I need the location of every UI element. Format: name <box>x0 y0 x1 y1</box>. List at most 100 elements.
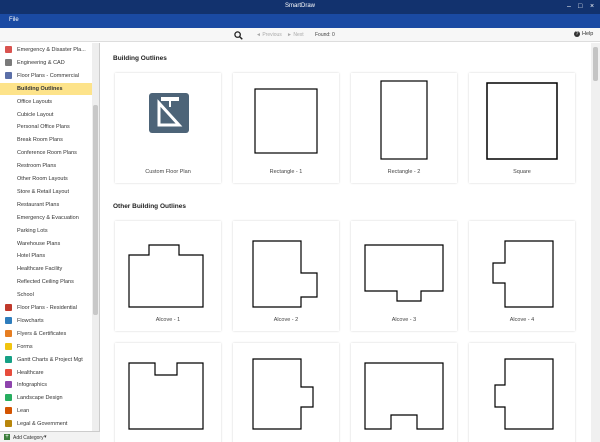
template-card-alcove7[interactable] <box>351 343 457 442</box>
sidebar-item[interactable]: Emergency & Disaster Pla... <box>0 44 92 56</box>
close-icon[interactable]: × <box>590 2 594 11</box>
sidebar-item-label: Conference Room Plans <box>17 150 77 157</box>
template-card-alcove4[interactable]: Alcove - 4 <box>469 221 575 331</box>
sidebar-item-label: Warehouse Plans <box>17 240 61 247</box>
sidebar-item[interactable]: Hotel Plans <box>0 250 92 262</box>
template-card-label: Alcove - 1 <box>155 317 181 323</box>
sidebar-item[interactable]: Building Outlines <box>0 82 92 95</box>
sidebar-item[interactable]: Floor Plans - Residential <box>0 302 92 314</box>
toolbar: ◄ Previous ► Next Found: 0 ? Help <box>0 28 600 42</box>
template-card-square[interactable]: Square <box>469 73 575 183</box>
sidebar-item-label: Store & Retail Layout <box>17 188 69 195</box>
title-bar: SmartDraw – □ × <box>0 0 600 14</box>
section-title-building-outlines: Building Outlines <box>113 55 167 62</box>
sidebar-item-label: Emergency & Evacuation <box>17 214 79 221</box>
sidebar-item-label: Legal & Government <box>17 421 68 428</box>
template-sidebar: Legal & Government Lean Landscape Design In… <box>0 43 100 431</box>
found-count: Found: 0 <box>315 32 335 38</box>
sidebar-item[interactable]: Reflected Ceiling Plans <box>0 276 92 288</box>
template-card-alcove8[interactable] <box>469 343 575 442</box>
sidebar-item[interactable]: Office Layouts <box>0 96 92 108</box>
category-icon <box>5 342 12 350</box>
sidebar-item[interactable]: Infographics <box>0 379 92 391</box>
sidebar-item[interactable]: Legal & Government <box>0 418 92 430</box>
floor-outline-thumbnail <box>364 362 444 430</box>
template-card-label: Alcove - 4 <box>509 317 535 323</box>
menu-bar: File <box>0 14 600 28</box>
sidebar-item-label: Infographics <box>17 382 47 389</box>
template-card-alcove6[interactable] <box>233 343 339 442</box>
sidebar-item[interactable]: Floor Plans - Commercial <box>0 70 92 82</box>
sidebar-item[interactable]: Warehouse Plans <box>0 238 92 250</box>
sidebar-item-label: Hotel Plans <box>17 253 46 260</box>
template-gallery: Building Outlines Other Building Outline… <box>101 43 591 442</box>
sidebar-item[interactable]: Restroom Plans <box>0 160 92 172</box>
sidebar-item[interactable]: Flyers & Certificates <box>0 328 92 340</box>
sidebar-item[interactable]: Parking Lots <box>0 225 92 237</box>
template-card-label: Alcove - 2 <box>273 317 299 323</box>
sidebar-item[interactable]: School <box>0 289 92 301</box>
sidebar-item[interactable]: Flowcharts <box>0 315 92 327</box>
sidebar-item[interactable]: Cubicle Layout <box>0 109 92 121</box>
sidebar-item-label: Flyers & Certificates <box>17 330 67 337</box>
sidebar-item[interactable]: Restaurant Plans <box>0 199 92 211</box>
sidebar-item-label: Lean <box>17 408 30 415</box>
sidebar-item[interactable]: Emergency & Evacuation <box>0 212 92 224</box>
menu-file[interactable]: File <box>9 17 19 23</box>
category-icon <box>5 58 12 66</box>
sidebar-scroll-thumb[interactable] <box>93 105 98 315</box>
sidebar-item[interactable]: Healthcare <box>0 367 92 379</box>
sidebar-item[interactable]: Store & Retail Layout <box>0 186 92 198</box>
sidebar-item-label: Break Room Plans <box>17 137 63 144</box>
sidebar-item-label: Floor Plans - Commercial <box>17 72 80 79</box>
template-card-alcove2[interactable]: Alcove - 2 <box>233 221 339 331</box>
template-card-alcove1[interactable]: Alcove - 1 <box>115 221 221 331</box>
category-icon <box>5 420 12 428</box>
sidebar-item-label: Forms <box>17 343 33 350</box>
maximize-icon[interactable]: □ <box>578 2 582 11</box>
minimize-icon[interactable]: – <box>567 2 571 11</box>
floor-outline-thumbnail <box>492 240 554 308</box>
sidebar-item[interactable]: Healthcare Facility <box>0 263 92 275</box>
template-card-label: Square <box>513 169 531 175</box>
template-card-alcove3[interactable]: Alcove - 3 <box>351 221 457 331</box>
main-scrollbar[interactable] <box>591 43 600 442</box>
template-card-rect1[interactable]: Rectangle - 1 <box>233 73 339 183</box>
template-card-alcove5[interactable] <box>115 343 221 442</box>
next-button[interactable]: ► Next <box>287 32 304 38</box>
previous-button[interactable]: ◄ Previous <box>256 32 282 38</box>
category-icon <box>5 407 12 415</box>
template-card-rect2[interactable]: Rectangle - 2 <box>351 73 457 183</box>
floor-outline-thumbnail <box>128 362 204 430</box>
sidebar-scrollbar[interactable] <box>92 43 99 431</box>
help-button[interactable]: ? Help <box>574 31 593 37</box>
sidebar-item-label: Building Outlines <box>17 85 63 92</box>
sidebar-item-label: Personal Office Plans <box>17 124 70 131</box>
sidebar-item[interactable]: Break Room Plans <box>0 134 92 146</box>
main-scroll-thumb[interactable] <box>593 47 598 81</box>
floor-outline-thumbnail <box>252 240 318 308</box>
sidebar-item[interactable]: Gantt Charts & Project Mgt <box>0 354 92 366</box>
help-label: Help <box>582 31 594 37</box>
sidebar-item[interactable]: Personal Office Plans <box>0 121 92 133</box>
sidebar-item[interactable]: Landscape Design <box>0 392 92 404</box>
sidebar-item-label: Cubicle Layout <box>17 111 54 118</box>
search-icon[interactable] <box>234 31 243 40</box>
help-icon: ? <box>574 31 580 37</box>
sidebar-item[interactable]: Forms <box>0 341 92 353</box>
add-category-button[interactable]: + Add Category ▾ <box>0 431 100 442</box>
sidebar-item[interactable]: Lean <box>0 405 92 417</box>
template-card-label: Alcove - 3 <box>391 317 417 323</box>
sidebar-item[interactable]: Conference Room Plans <box>0 147 92 159</box>
template-card-custom[interactable]: Custom Floor Plan <box>115 73 221 183</box>
category-icon <box>5 46 12 53</box>
sidebar-item[interactable]: Engineering & CAD <box>0 57 92 69</box>
sidebar-item-label: Healthcare <box>17 369 44 376</box>
add-category-label: Add Category <box>13 435 44 441</box>
template-card-label: Custom Floor Plan <box>145 169 191 175</box>
sidebar-item[interactable]: Other Room Layouts <box>0 173 92 185</box>
plus-icon: + <box>4 434 10 440</box>
category-icon <box>5 71 12 79</box>
chevron-down-icon: ▾ <box>44 434 47 440</box>
sidebar-item-label: Other Room Layouts <box>17 176 68 182</box>
